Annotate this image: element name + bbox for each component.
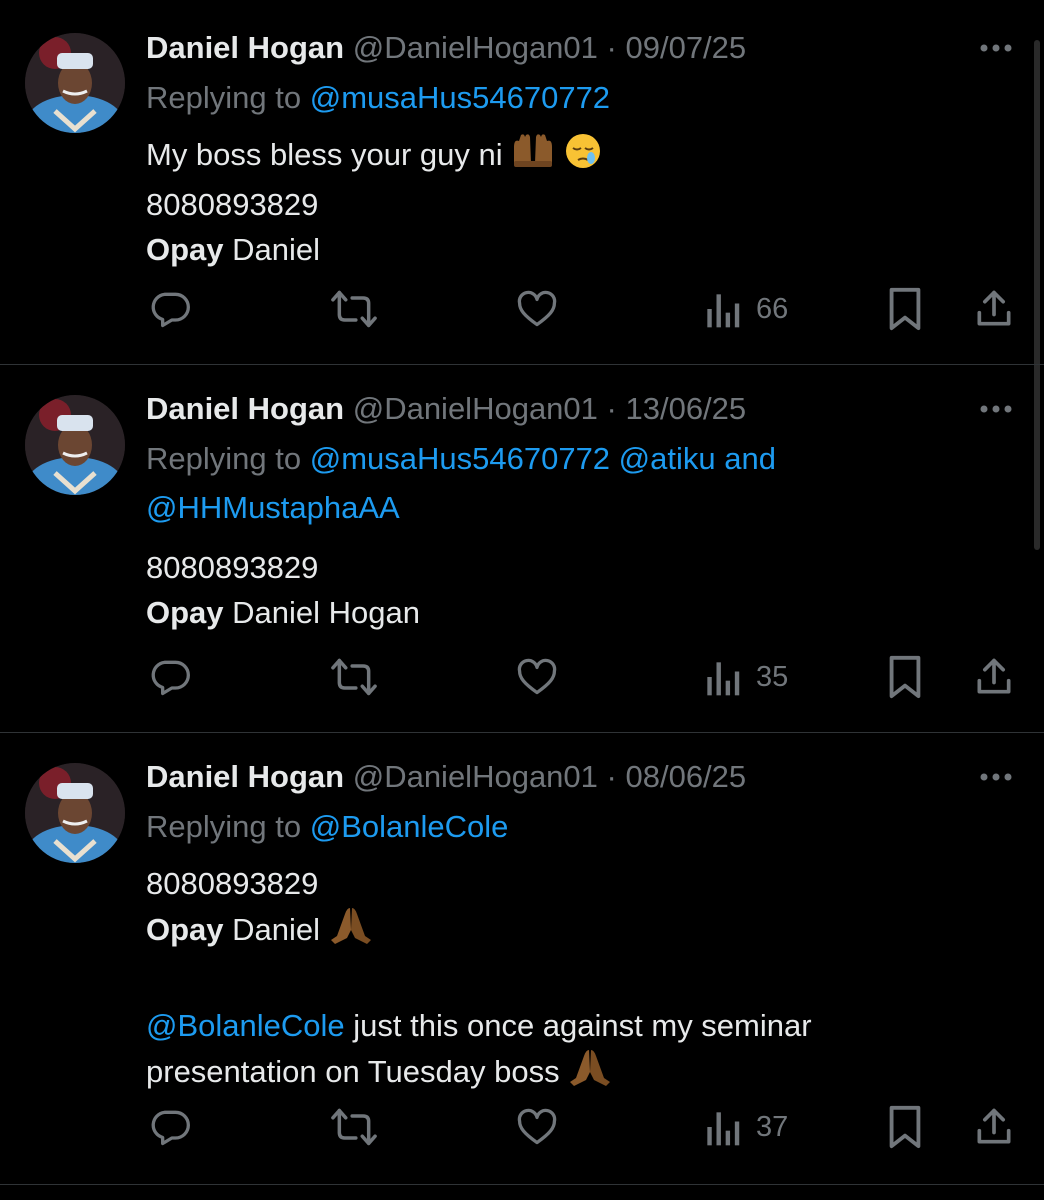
separator: · (606, 759, 617, 794)
author-name[interactable]: Daniel Hogan (146, 30, 344, 65)
tweet-header: Daniel Hogan @DanielHogan01 · 13/06/25 (146, 389, 746, 429)
more-icon[interactable] (976, 28, 1016, 68)
text-line: @BolanleCole just this once against my s… (146, 1008, 812, 1043)
share-icon (977, 1108, 1011, 1144)
retweet-icon (331, 290, 377, 328)
retweet-button[interactable] (330, 1102, 378, 1152)
tweet[interactable]: Daniel Hogan @DanielHogan01 · 09/07/25 R… (0, 0, 1044, 365)
more-icon[interactable] (976, 389, 1016, 429)
avatar[interactable] (25, 763, 125, 863)
replying-prefix: Replying to (146, 441, 302, 476)
bookmark-button[interactable] (885, 1102, 925, 1152)
retweet-icon (331, 658, 377, 696)
retweet-icon (331, 1108, 377, 1146)
separator: · (606, 391, 617, 426)
mention-link[interactable]: @musaHus54670772 (310, 441, 610, 476)
replying-to: Replying to @musaHus54670772 (146, 73, 1006, 122)
views-button[interactable]: 35 (702, 652, 788, 702)
views-icon (707, 1112, 740, 1146)
author-name[interactable]: Daniel Hogan (146, 759, 344, 794)
author-name[interactable]: Daniel Hogan (146, 391, 344, 426)
share-button[interactable] (972, 1102, 1016, 1152)
bookmark-icon (889, 655, 921, 699)
like-icon (517, 1108, 557, 1145)
action-bar: 37 (0, 1102, 1044, 1152)
mention-link[interactable]: @musaHus54670772 (310, 80, 610, 115)
views-button[interactable]: 66 (702, 284, 788, 334)
share-icon (977, 658, 1011, 694)
replying-to: Replying to @BolanleCole (146, 802, 1006, 851)
bank-line: Opay Daniel (146, 906, 1006, 958)
tweet-date[interactable]: 13/06/25 (625, 391, 746, 426)
tweet[interactable]: Daniel Hogan @DanielHogan01 · 13/06/25 R… (0, 364, 1044, 733)
like-icon (517, 658, 557, 695)
share-button[interactable] (972, 284, 1016, 334)
reply-button[interactable] (148, 1102, 192, 1152)
bookmark-icon (889, 1105, 921, 1149)
reply-button[interactable] (148, 652, 192, 702)
views-count: 66 (756, 292, 789, 325)
retweet-button[interactable] (330, 652, 378, 702)
tweet-body: 8080893829 Opay Daniel @BolanleCole just… (146, 861, 1006, 1100)
account-number: 8080893829 (146, 550, 319, 585)
account-number: 8080893829 (146, 866, 319, 901)
views-count: 35 (756, 660, 789, 693)
views-button[interactable]: 37 (702, 1102, 788, 1152)
mention-link[interactable]: @BolanleCole (310, 809, 509, 844)
reply-icon (151, 292, 190, 328)
views-icon (707, 294, 740, 328)
avatar[interactable] (25, 395, 125, 495)
more-icon[interactable] (976, 757, 1016, 797)
replying-to: Replying to @musaHus54670772 @atiku and … (146, 434, 1006, 532)
account-number: 8080893829 (146, 187, 319, 222)
author-handle[interactable]: @DanielHogan01 (353, 759, 598, 794)
tweet-date[interactable]: 08/06/25 (625, 759, 746, 794)
bookmark-icon (889, 287, 921, 331)
reply-icon (151, 1110, 190, 1146)
views-count: 37 (756, 1110, 789, 1143)
reply-icon (151, 660, 190, 696)
author-handle[interactable]: @DanielHogan01 (353, 391, 598, 426)
share-button[interactable] (972, 652, 1016, 702)
like-button[interactable] (515, 1102, 559, 1152)
palms-up-together-emoji (511, 133, 555, 181)
author-handle[interactable]: @DanielHogan01 (353, 30, 598, 65)
replying-prefix: Replying to (146, 80, 302, 115)
like-button[interactable] (515, 652, 559, 702)
text-line: presentation on Tuesday boss (146, 1048, 1006, 1100)
views-icon (707, 662, 740, 696)
text-line: My boss bless your guy ni (146, 132, 1006, 182)
praying-hands-emoji (568, 1048, 612, 1100)
bookmark-button[interactable] (885, 652, 925, 702)
sleepy-face-emoji (564, 132, 602, 182)
replying-prefix: Replying to (146, 809, 302, 844)
mention-link[interactable]: @BolanleCole (146, 1008, 345, 1043)
separator: · (606, 30, 617, 65)
avatar[interactable] (25, 33, 125, 133)
mention-joiner: and (724, 441, 776, 476)
tweet-body: My boss bless your guy ni 8080893829 Opa… (146, 132, 1006, 272)
tweet-header: Daniel Hogan @DanielHogan01 · 08/06/25 (146, 757, 746, 797)
tweet-body: 8080893829 Opay Daniel Hogan (146, 545, 1006, 635)
praying-hands-emoji (329, 906, 373, 958)
tweet-header: Daniel Hogan @DanielHogan01 · 09/07/25 (146, 28, 746, 68)
like-icon (517, 290, 557, 327)
bookmark-button[interactable] (885, 284, 925, 334)
bank-line: Opay Daniel Hogan (146, 595, 420, 630)
share-icon (977, 290, 1011, 326)
mention-link[interactable]: @HHMustaphaAA (146, 490, 400, 525)
tweet-date[interactable]: 09/07/25 (625, 30, 746, 65)
tweet[interactable]: Daniel Hogan @DanielHogan01 · 08/06/25 R… (0, 732, 1044, 1185)
reply-button[interactable] (148, 284, 192, 334)
mention-link[interactable]: @atiku (619, 441, 716, 476)
like-button[interactable] (515, 284, 559, 334)
retweet-button[interactable] (330, 284, 378, 334)
bank-line: Opay Daniel (146, 232, 321, 267)
action-bar: 35 (0, 652, 1044, 702)
action-bar: 66 (0, 284, 1044, 334)
